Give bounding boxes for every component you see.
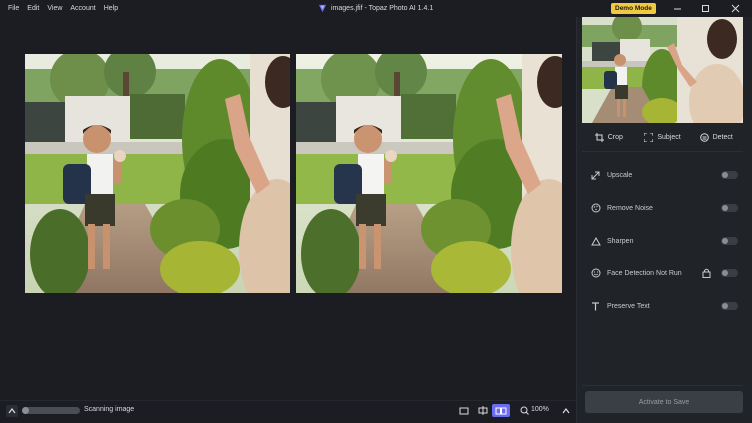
menu-file[interactable]: File bbox=[4, 0, 23, 17]
remove-noise-toggle[interactable] bbox=[721, 204, 738, 212]
remove-noise-icon bbox=[590, 203, 601, 214]
preserve-text-label: Preserve Text bbox=[607, 302, 650, 310]
detect-label: Detect bbox=[712, 133, 733, 141]
remove-noise-label: Remove Noise bbox=[607, 204, 653, 212]
side-by-side-icon bbox=[495, 407, 507, 414]
preserve-text-toggle[interactable] bbox=[721, 302, 738, 310]
subject-button[interactable]: Subject bbox=[636, 128, 690, 146]
view-single-button[interactable] bbox=[457, 404, 471, 417]
activate-to-save-button[interactable]: Activate to Save bbox=[585, 391, 743, 413]
chevron-up-icon bbox=[8, 408, 16, 414]
scan-progress-bar bbox=[22, 407, 80, 414]
sharpen-toggle[interactable] bbox=[721, 237, 738, 245]
feature-preserve-text[interactable]: Preserve Text bbox=[590, 299, 738, 313]
upscale-label: Upscale bbox=[607, 171, 633, 179]
zoom-menu-button[interactable] bbox=[559, 404, 573, 417]
menu-help[interactable]: Help bbox=[100, 0, 122, 17]
expand-button[interactable] bbox=[6, 405, 18, 417]
minimize-button[interactable] bbox=[666, 0, 688, 17]
feature-upscale[interactable]: Upscale bbox=[590, 168, 738, 182]
window-title-text: images.jfif - Topaz Photo AI 1.4.1 bbox=[331, 5, 434, 12]
menu-edit[interactable]: Edit bbox=[23, 0, 43, 17]
zoom-level[interactable]: 100% bbox=[531, 406, 549, 413]
window-title: images.jfif - Topaz Photo AI 1.4.1 bbox=[318, 0, 433, 17]
menu-view[interactable]: View bbox=[43, 0, 66, 17]
face-detection-label: Face Detection Not Run bbox=[607, 269, 682, 277]
text-icon bbox=[590, 301, 601, 312]
navigator-thumbnail[interactable] bbox=[582, 17, 743, 123]
thumbnail-actions: Crop Subject Detect bbox=[582, 128, 743, 146]
detect-button[interactable]: Detect bbox=[689, 128, 743, 146]
sidebar-bottom-divider bbox=[582, 385, 743, 386]
face-detection-toggle[interactable] bbox=[721, 269, 738, 277]
split-view-icon bbox=[478, 406, 488, 415]
sharpen-label: Sharpen bbox=[607, 237, 634, 245]
menu-bar: File Edit View Account Help bbox=[0, 0, 122, 17]
subject-icon bbox=[644, 132, 654, 142]
zoom-icon bbox=[520, 406, 529, 415]
upscale-toggle[interactable] bbox=[721, 171, 738, 179]
chevron-up-icon bbox=[562, 407, 570, 413]
app-window: File Edit View Account Help images.jfif … bbox=[0, 0, 752, 423]
menu-account[interactable]: Account bbox=[66, 0, 99, 17]
demo-mode-badge[interactable]: Demo Mode bbox=[611, 3, 656, 14]
close-button[interactable] bbox=[724, 0, 746, 17]
feature-remove-noise[interactable]: Remove Noise bbox=[590, 201, 738, 215]
upscale-icon bbox=[590, 170, 601, 181]
crop-icon bbox=[594, 132, 604, 142]
photo-boy-waving-processed bbox=[296, 54, 562, 293]
processed-image[interactable] bbox=[296, 54, 562, 293]
feature-sharpen[interactable]: Sharpen bbox=[590, 234, 738, 248]
subject-label: Subject bbox=[657, 133, 681, 141]
zoom-button[interactable] bbox=[517, 404, 531, 417]
feature-face-detection[interactable]: Face Detection Not Run bbox=[590, 266, 738, 280]
sidebar-divider bbox=[582, 151, 743, 152]
crop-label: Crop bbox=[607, 133, 623, 141]
lock-icon bbox=[702, 268, 711, 278]
minimize-icon bbox=[673, 8, 681, 10]
scan-progress-fill bbox=[22, 407, 29, 414]
detect-icon bbox=[699, 132, 709, 142]
maximize-icon bbox=[701, 5, 709, 12]
view-side-by-side-button[interactable] bbox=[492, 404, 510, 417]
scan-status-text: Scanning image bbox=[84, 406, 135, 413]
face-icon bbox=[590, 268, 601, 279]
close-icon bbox=[731, 4, 739, 13]
sharpen-icon bbox=[590, 236, 601, 247]
original-image[interactable] bbox=[25, 54, 290, 293]
single-view-icon bbox=[459, 407, 469, 414]
photo-thumbnail bbox=[582, 17, 743, 123]
photo-boy-waving-original bbox=[25, 54, 290, 293]
topaz-logo-icon bbox=[318, 4, 327, 13]
crop-button[interactable]: Crop bbox=[582, 128, 636, 146]
view-split-button[interactable] bbox=[476, 404, 490, 417]
maximize-button[interactable] bbox=[694, 0, 716, 17]
